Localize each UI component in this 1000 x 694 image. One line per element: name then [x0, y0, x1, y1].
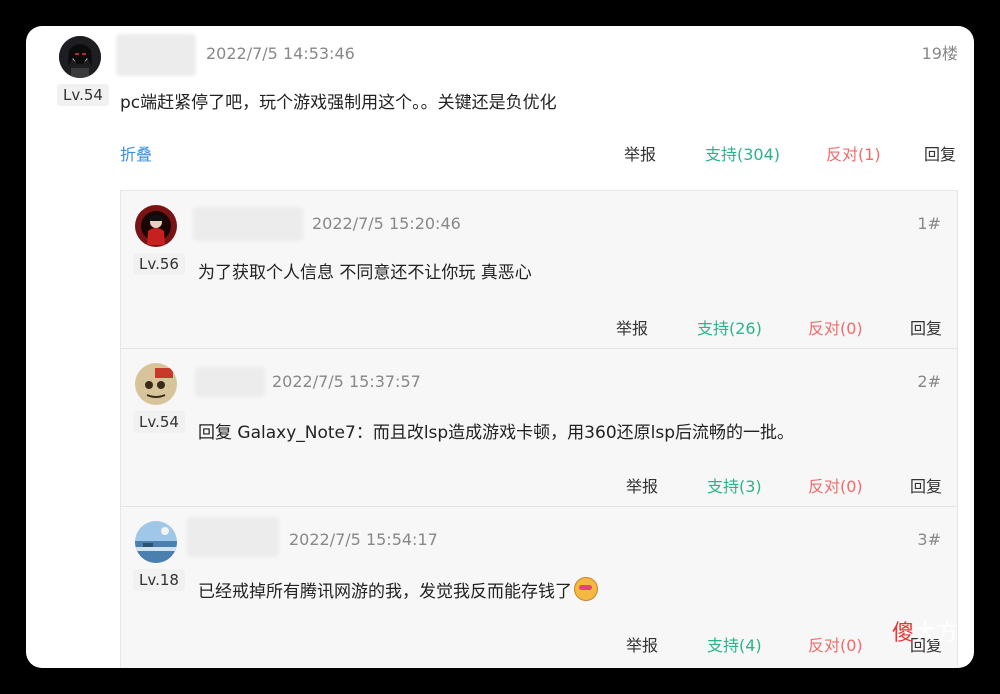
replies-container: Lv.56 2022/7/5 15:20:46 1# 为了获取个人信息 不同意还…	[120, 190, 958, 668]
comment-text: pc端赶紧停了吧，玩个游戏强制用这个。。关键还是负优化	[120, 93, 557, 113]
oppose-button[interactable]: 反对(0)	[808, 319, 863, 339]
reply-text: 为了获取个人信息 不同意还不让你玩 真恶心	[198, 263, 532, 283]
oppose-button[interactable]: 反对(0)	[808, 477, 863, 497]
support-button[interactable]: 支持(4)	[707, 636, 762, 656]
username-blurred	[195, 367, 265, 397]
oppose-button[interactable]: 反对(0)	[808, 636, 863, 656]
user-level-badge: Lv.54	[57, 84, 109, 106]
money-face-emoji-icon	[574, 577, 598, 601]
floor-number: 19楼	[921, 44, 958, 63]
user-level-badge: Lv.56	[133, 253, 185, 275]
avatar-image	[135, 363, 177, 405]
reply-avatar[interactable]	[135, 205, 177, 247]
report-button[interactable]: 举报	[626, 477, 658, 497]
reply-time: 2022/7/5 15:20:46	[312, 214, 461, 233]
reply-avatar[interactable]	[135, 363, 177, 405]
reply-time: 2022/7/5 15:37:57	[272, 372, 421, 391]
reply-text: 回复 Galaxy_Note7：而且改lsp造成游戏卡顿，用360还原lsp后流…	[198, 423, 795, 443]
reply-floor: 1#	[917, 214, 941, 233]
user-level-badge: Lv.54	[133, 411, 185, 433]
avatar-image	[135, 205, 177, 247]
report-button[interactable]: 举报	[626, 636, 658, 656]
reply-button[interactable]: 回复	[924, 145, 956, 165]
watermark-first-char: 傻	[891, 621, 914, 646]
reply-floor: 2#	[917, 372, 941, 391]
reply-avatar[interactable]	[135, 521, 177, 563]
reply-text: 已经戒掉所有腾讯网游的我，发觉我反而能存钱了	[198, 577, 598, 604]
username-blurred	[116, 34, 196, 76]
reply-button[interactable]: 回复	[910, 319, 942, 339]
reply-floor: 3#	[917, 530, 941, 549]
user-avatar[interactable]	[59, 36, 101, 78]
reply-text-content: 已经戒掉所有腾讯网游的我，发觉我反而能存钱了	[198, 582, 572, 602]
comment-card: Lv.54 2022/7/5 14:53:46 19楼 pc端赶紧停了吧，玩个游…	[26, 26, 974, 668]
report-button[interactable]: 举报	[624, 145, 656, 165]
reply-divider	[121, 506, 957, 507]
oppose-button[interactable]: 反对(1)	[826, 145, 881, 165]
reply-button[interactable]: 回复	[910, 477, 942, 497]
fold-button[interactable]: 折叠	[120, 145, 152, 165]
avatar-image	[135, 521, 177, 563]
support-button[interactable]: 支持(304)	[705, 145, 780, 165]
user-level-badge: Lv.18	[133, 569, 185, 591]
support-button[interactable]: 支持(3)	[707, 477, 762, 497]
reply-divider	[121, 348, 957, 349]
report-button[interactable]: 举报	[616, 319, 648, 339]
username-blurred	[193, 207, 303, 241]
reply-time: 2022/7/5 15:54:17	[289, 530, 438, 549]
support-button[interactable]: 支持(26)	[697, 319, 762, 339]
watermark-rest: 大方	[913, 621, 958, 646]
watermark: 傻大方	[892, 620, 958, 648]
username-blurred	[187, 517, 279, 557]
post-time: 2022/7/5 14:53:46	[206, 44, 355, 63]
avatar-image	[59, 36, 101, 78]
